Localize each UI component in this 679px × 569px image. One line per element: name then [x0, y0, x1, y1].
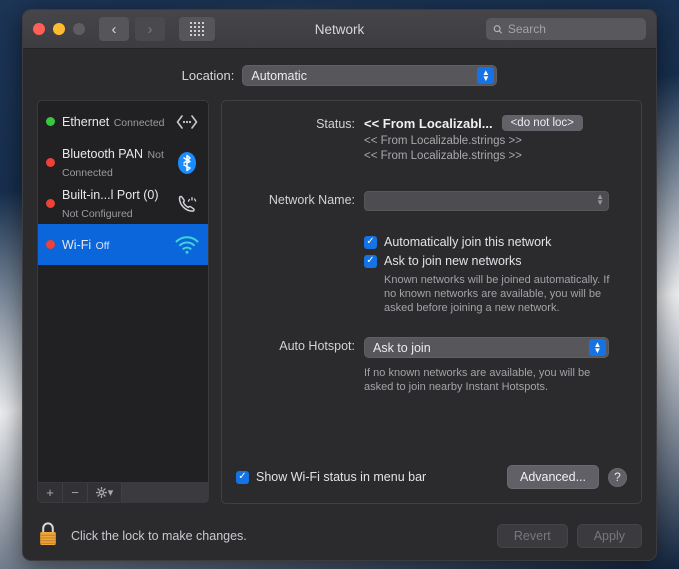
close-button-icon[interactable]	[33, 23, 45, 35]
window-titlebar: ‹ › Network	[23, 10, 656, 49]
interface-name: Ethernet	[62, 114, 110, 129]
auto-join-checkbox[interactable]: ✓	[364, 235, 377, 249]
status-dot	[46, 199, 55, 208]
auto-hotspot-help-text: If no known networks are available, you …	[364, 367, 591, 393]
interface-status: Connected	[113, 116, 165, 129]
lock-closed-icon[interactable]	[37, 520, 59, 553]
status-value: << From Localizabl...	[364, 115, 493, 131]
window-content: Location: Automatic ▲ ▼ Ethernet Connecte…	[23, 49, 656, 560]
add-interface-button[interactable]: +	[38, 483, 63, 502]
location-popup[interactable]: Automatic ▲ ▼	[242, 65, 498, 86]
sidebar-item-ethernet[interactable]: Ethernet Connected	[38, 101, 208, 142]
minimize-button-icon[interactable]	[53, 23, 65, 35]
status-dot	[46, 240, 55, 249]
location-label: Location:	[181, 68, 235, 83]
location-row: Location: Automatic ▲ ▼	[23, 49, 656, 86]
search-input[interactable]	[507, 22, 639, 36]
zoom-button-icon	[73, 23, 85, 35]
interface-name: Bluetooth PAN	[62, 146, 144, 161]
nav-buttons: ‹ ›	[99, 17, 215, 41]
sidebar-toolbar: + − ▾	[37, 483, 209, 503]
chevron-right-icon: ›	[147, 20, 153, 38]
auto-join-checkbox-row[interactable]: ✓ Automatically join this network	[364, 235, 627, 249]
sidebar-item-bluetooth-pan[interactable]: Bluetooth PAN Not Connected	[38, 142, 208, 183]
chevron-updown-icon: ▲ ▼	[477, 67, 495, 84]
ask-to-join-checkbox[interactable]: ✓	[364, 254, 377, 268]
interface-actions-button[interactable]: ▾	[88, 483, 122, 502]
forward-button: ›	[135, 17, 165, 41]
chevron-updown-icon: ▲ ▼	[589, 339, 606, 356]
chevron-down-icon: ▾	[107, 487, 114, 499]
auto-hotspot-popup[interactable]: Ask to join ▲ ▼	[364, 337, 609, 358]
lock-text: Click the lock to make changes.	[71, 529, 247, 543]
location-selected-value: Automatic	[251, 68, 307, 83]
network-name-label: Network Name:	[268, 193, 355, 207]
join-help-text: Known networks will be joined automatica…	[384, 274, 610, 314]
status-dot	[46, 158, 55, 167]
sidebar-toolbar-filler	[122, 483, 208, 502]
interface-status: Off	[95, 239, 110, 252]
network-preferences-window: ‹ › Network Location:	[22, 9, 657, 561]
interface-status: Not Configured	[62, 207, 133, 220]
show-all-button[interactable]	[179, 17, 215, 41]
ethernet-icon	[174, 109, 200, 135]
show-wifi-status-label: Show Wi-Fi status in menu bar	[256, 470, 427, 484]
wifi-icon	[174, 232, 200, 258]
ask-to-join-label: Ask to join new networks	[384, 254, 522, 268]
main-area: Ethernet Connected Bluetooth PAN Not Con…	[23, 86, 656, 504]
status-label: Status:	[316, 117, 355, 131]
advanced-button[interactable]: Advanced...	[506, 465, 599, 489]
interface-name: Wi-Fi	[62, 237, 92, 252]
traffic-lights	[33, 23, 85, 35]
status-dot	[46, 117, 55, 126]
auto-hotspot-row: Auto Hotspot: Ask to join ▲ ▼ If no known…	[222, 337, 627, 394]
status-badge[interactable]: <do not loc>	[501, 115, 583, 131]
revert-button: Revert	[496, 524, 568, 548]
search-field[interactable]	[486, 18, 646, 40]
status-row: Status: << From Localizabl... <do not lo…	[222, 115, 627, 164]
status-sub-line-1: << From Localizable.strings >>	[364, 135, 522, 147]
sidebar-item-wifi[interactable]: Wi-Fi Off	[38, 224, 208, 265]
apply-button: Apply	[576, 524, 642, 548]
search-icon	[493, 24, 503, 34]
interfaces-list: Ethernet Connected Bluetooth PAN Not Con…	[37, 100, 209, 483]
window-footer: Click the lock to make changes. Revert A…	[23, 511, 656, 560]
ask-to-join-checkbox-row[interactable]: ✓ Ask to join new networks	[364, 254, 627, 268]
modem-phone-icon	[174, 191, 200, 217]
remove-interface-button[interactable]: −	[63, 483, 88, 502]
gear-icon	[95, 487, 107, 498]
show-wifi-status-checkbox[interactable]: ✓	[236, 470, 249, 484]
panel-bottom-row: ✓ Show Wi-Fi status in menu bar Advanced…	[236, 465, 627, 489]
auto-hotspot-selected-value: Ask to join	[373, 340, 431, 355]
network-name-input[interactable]: ▲ ▼	[364, 191, 609, 211]
chevron-left-icon: ‹	[111, 20, 117, 38]
interfaces-sidebar: Ethernet Connected Bluetooth PAN Not Con…	[37, 100, 209, 504]
interface-name: Built-in...l Port (0)	[62, 187, 159, 202]
status-sub-line-2: << From Localizable.strings >>	[364, 150, 522, 162]
chevron-updown-icon: ▲ ▼	[596, 192, 604, 207]
back-button[interactable]: ‹	[99, 17, 129, 41]
grid-view-icon	[190, 22, 204, 36]
help-button[interactable]: ?	[608, 467, 627, 487]
wifi-settings-panel: Status: << From Localizabl... <do not lo…	[221, 100, 642, 504]
bluetooth-icon	[174, 150, 200, 176]
auto-join-label: Automatically join this network	[384, 235, 552, 249]
auto-hotspot-label: Auto Hotspot:	[279, 339, 355, 353]
join-options-row: ✓ Automatically join this network ✓ Ask …	[222, 235, 627, 315]
sidebar-item-builtin-port[interactable]: Built-in...l Port (0) Not Configured	[38, 183, 208, 224]
network-name-row: Network Name: ▲ ▼	[222, 191, 627, 211]
